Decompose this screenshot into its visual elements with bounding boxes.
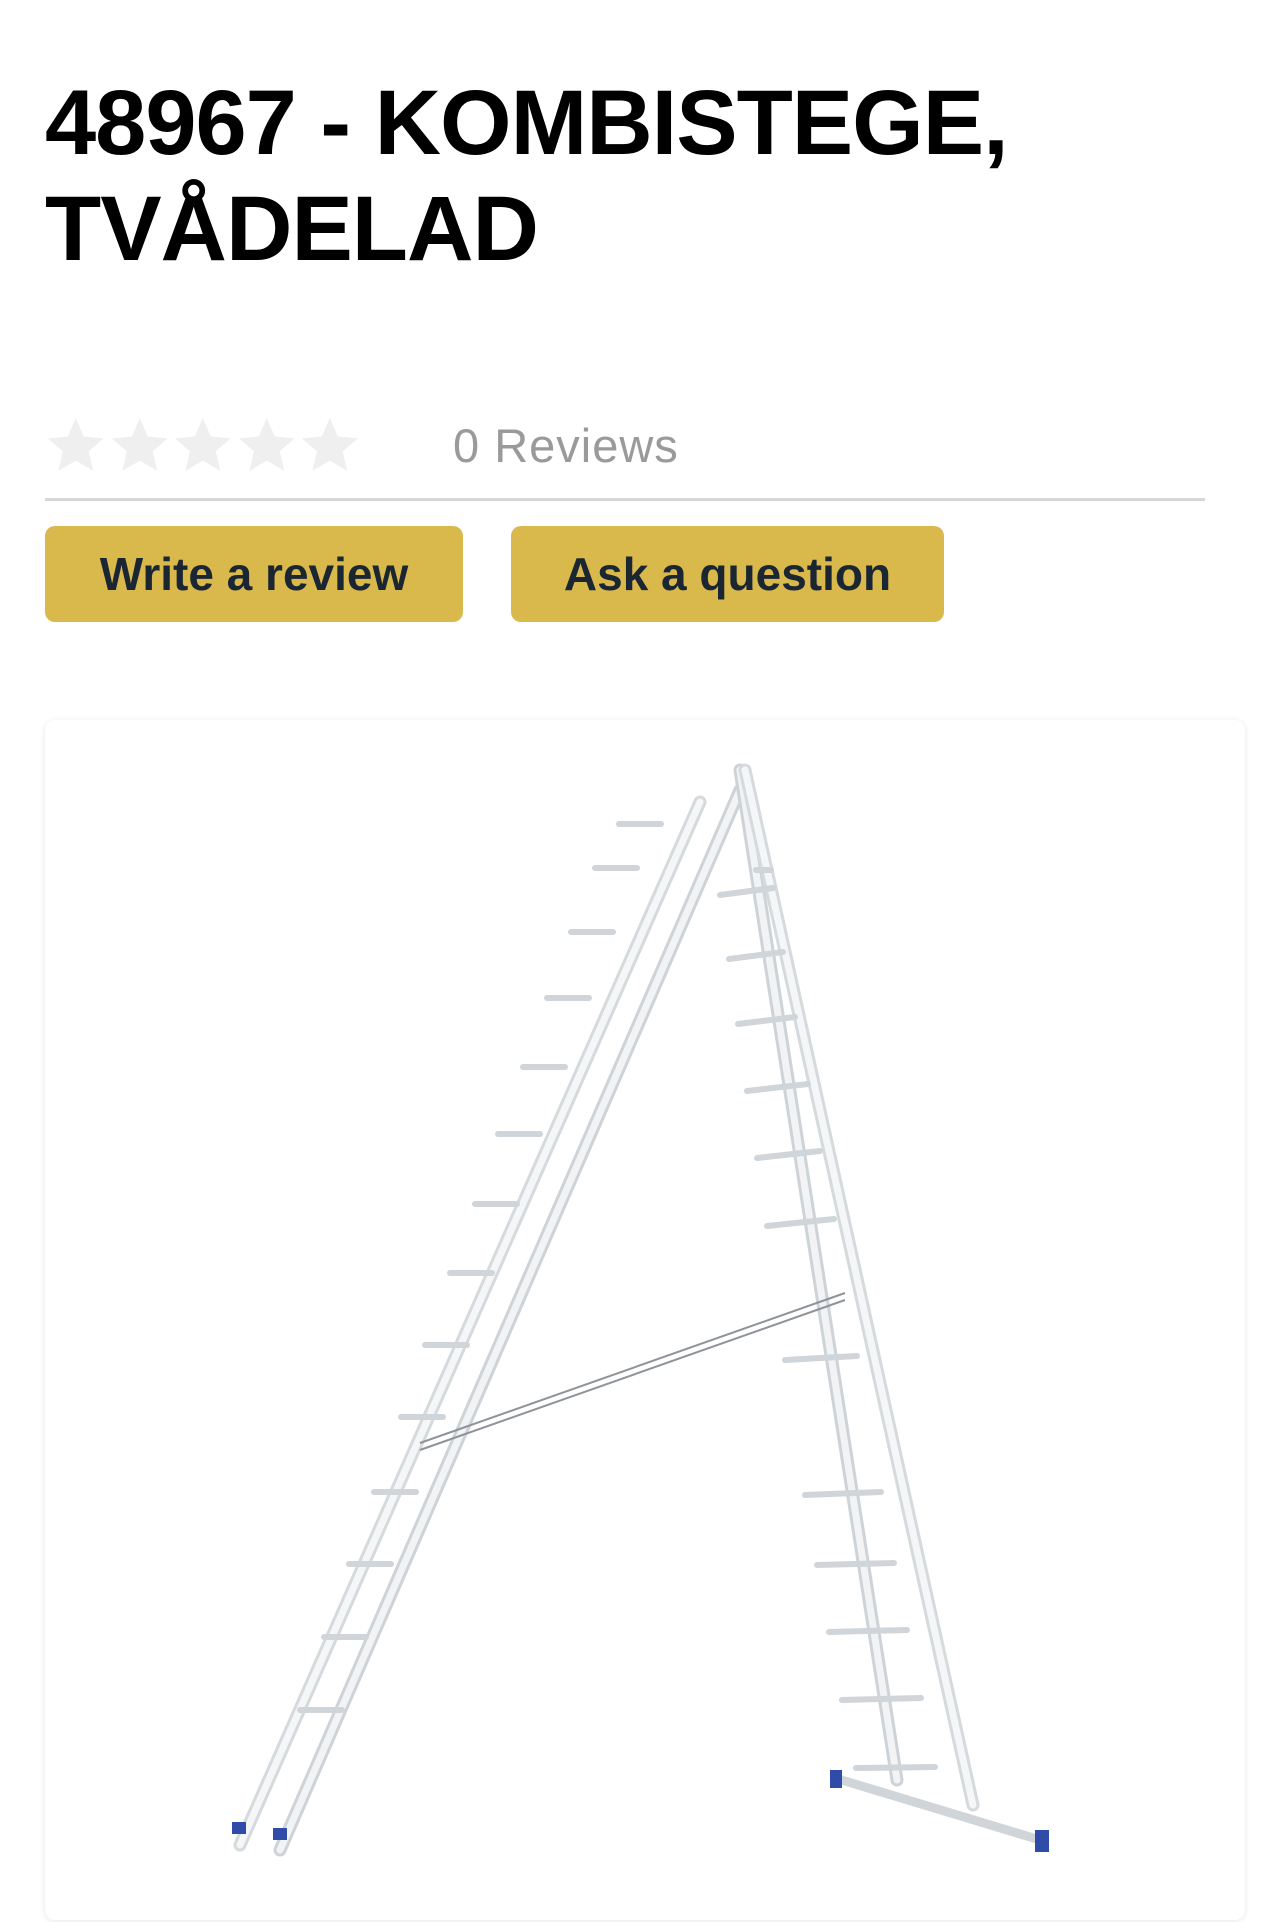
star-icon (175, 418, 231, 471)
product-title-line-1: 48967 - KOMBISTEGE, (45, 72, 1009, 174)
rating-summary[interactable]: 0 Reviews (45, 410, 679, 480)
star-icon (111, 418, 168, 471)
star-icon (302, 418, 359, 471)
ladder-right-section (717, 763, 1049, 1852)
ask-question-button[interactable]: Ask a question (511, 526, 944, 622)
divider (45, 498, 1205, 501)
product-image-ladder (232, 763, 1049, 1857)
ladder-left-section (232, 783, 747, 1857)
product-image-card[interactable] (45, 720, 1245, 1920)
reviews-count-link[interactable]: 0 Reviews (453, 418, 679, 473)
star-icon (47, 418, 104, 471)
star-icon (238, 418, 295, 471)
product-title: 48967 - KOMBISTEGE, TVÅDELAD (45, 70, 1195, 282)
star-rating (45, 414, 361, 476)
product-title-line-2: TVÅDELAD (45, 178, 539, 280)
write-review-button[interactable]: Write a review (45, 526, 463, 622)
